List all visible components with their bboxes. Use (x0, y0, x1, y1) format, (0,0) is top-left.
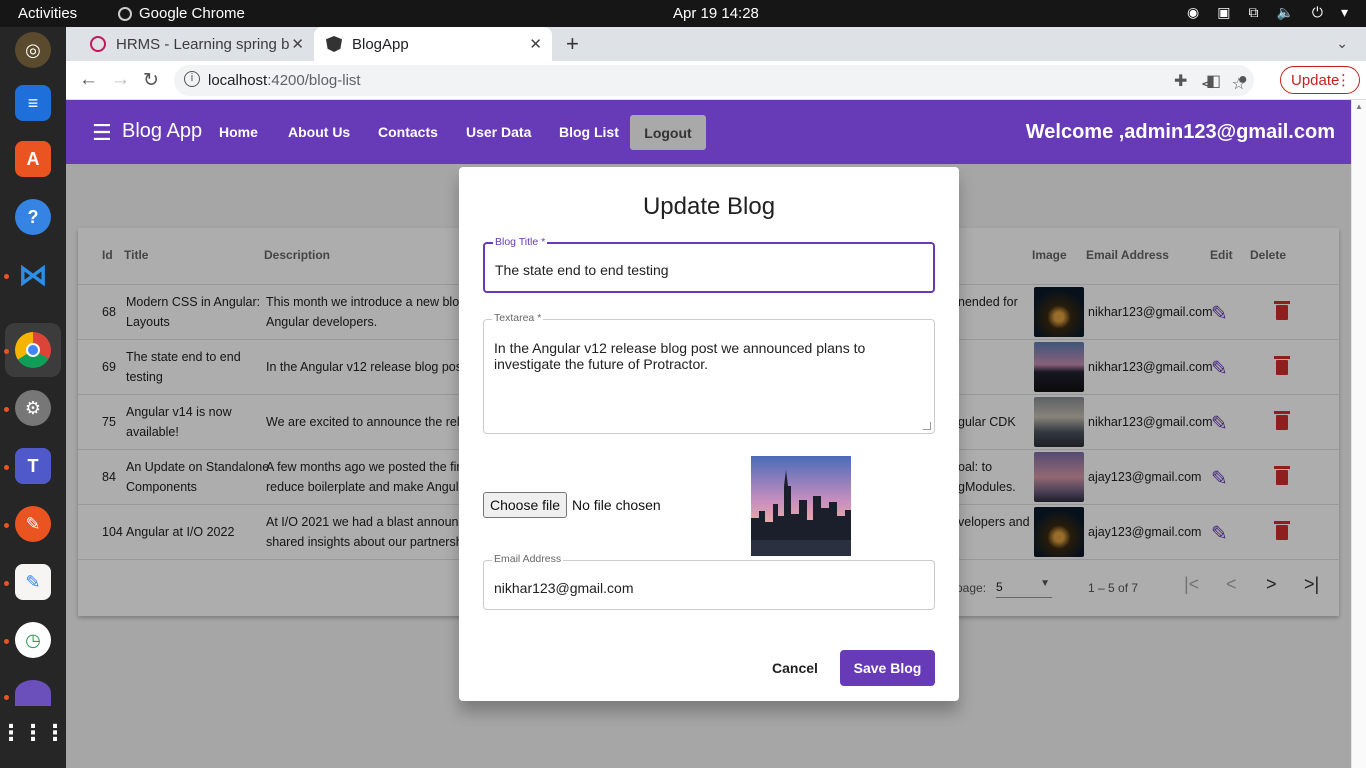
power-icon[interactable]: ⏻ (1312, 4, 1323, 21)
choose-file-button[interactable]: Choose file (483, 492, 567, 518)
blog-title-field[interactable]: Blog Title * The state end to end testin… (483, 236, 935, 293)
tab-hrms[interactable]: HRMS - Learning spring b ✕ (76, 27, 314, 61)
address-bar[interactable]: i localhost:4200/blog-list ⋖ ☆ (174, 65, 1254, 96)
clock[interactable]: Apr 19 14:28 (673, 5, 759, 22)
running-indicator (4, 349, 9, 354)
text-editor-icon[interactable]: ✎ (15, 564, 51, 600)
url-text[interactable]: localhost:4200/blog-list (208, 72, 361, 89)
save-blog-button[interactable]: Save Blog (840, 650, 935, 686)
tab-search-chevron-icon[interactable]: ⌄ (1336, 35, 1348, 52)
textarea-field[interactable]: Textarea * In the Angular v12 release bl… (483, 312, 935, 434)
extensions-puzzle-icon[interactable]: ✚ (1174, 71, 1187, 91)
nav-blog-list[interactable]: Blog List (559, 124, 619, 140)
record-icon[interactable]: ◉ (1187, 4, 1199, 21)
logout-button[interactable]: Logout (630, 115, 706, 150)
chrome-icon[interactable] (15, 332, 51, 368)
side-panel-icon[interactable]: ◧ (1206, 71, 1221, 91)
chrome-small-icon (118, 6, 132, 21)
textarea-input[interactable]: In the Angular v12 release blog post we … (494, 340, 914, 372)
textarea-label-text: Textarea (494, 312, 535, 324)
running-indicator (4, 523, 9, 528)
cancel-button[interactable]: Cancel (759, 650, 831, 686)
blog-title-label-text: Blog Title (495, 236, 539, 248)
no-file-text: No file chosen (572, 497, 661, 513)
running-indicator (4, 639, 9, 644)
close-tab-icon[interactable]: ✕ (291, 35, 304, 53)
show-apps-grid-icon[interactable]: ⋮⋮⋮ (0, 715, 66, 751)
browser-tab-strip: HRMS - Learning spring b ✕ BlogApp ✕ + ⌄ (66, 27, 1366, 61)
nav-about-us[interactable]: About Us (288, 124, 350, 140)
update-label: Update (1291, 71, 1340, 89)
activities-button[interactable]: Activities (18, 5, 77, 22)
resize-handle[interactable] (923, 422, 931, 430)
libreoffice-writer-icon[interactable]: ≡ (15, 85, 51, 121)
blog-image-preview (751, 456, 851, 556)
nav-home[interactable]: Home (219, 124, 258, 140)
running-indicator (4, 465, 9, 470)
dialog-title: Update Blog (642, 193, 776, 220)
new-tab-plus-icon[interactable]: + (566, 31, 579, 57)
blog-title-label: Blog Title * (493, 236, 548, 248)
running-indicator (4, 695, 9, 700)
app-viewport: ☰ Blog App Home About Us Contacts User D… (66, 100, 1351, 768)
update-blog-dialog: Update Blog Blog Title * The state end t… (459, 167, 959, 701)
back-arrow-icon[interactable]: ← (79, 69, 98, 91)
scroll-up-arrow-icon[interactable]: ▲ (1355, 102, 1363, 111)
email-address-field[interactable]: Email Address nikhar123@gmail.com (483, 553, 935, 610)
app-navbar: ☰ Blog App Home About Us Contacts User D… (66, 100, 1351, 164)
hamburger-menu-icon[interactable]: ☰ (92, 120, 112, 146)
active-app-name: Google Chrome (139, 5, 245, 22)
settings-gear-icon[interactable]: ⚙ (15, 390, 51, 426)
teams-icon[interactable]: T (15, 448, 51, 484)
welcome-text: Welcome ,admin123@gmail.com (1025, 121, 1335, 143)
email-label: Email Address (492, 553, 564, 565)
url-host: localhost (208, 72, 268, 89)
dock: ◎ ≡ A ? ⋈ ⚙ T ✎ ✎ ◷ ⋮⋮⋮ (0, 27, 66, 768)
pen-app-icon[interactable]: ✎ (15, 506, 51, 542)
chrome-update-button[interactable]: Update ⋮ (1280, 66, 1360, 94)
browser-toolbar: ← → ↻ i localhost:4200/blog-list ⋖ ☆ ✚ ◧… (66, 61, 1366, 100)
globe-app-icon[interactable] (15, 680, 51, 706)
tab-blogapp[interactable]: BlogApp ✕ (314, 27, 552, 61)
required-asterisk: * (541, 236, 546, 248)
running-indicator (4, 407, 9, 412)
tab-title: BlogApp (352, 35, 409, 53)
url-path: :4200/blog-list (267, 72, 361, 89)
close-tab-icon[interactable]: ✕ (529, 35, 542, 53)
hrms-favicon (90, 36, 106, 52)
kebab-menu-icon[interactable]: ⋮ (1336, 71, 1351, 89)
running-indicator (4, 581, 9, 586)
nav-contacts[interactable]: Contacts (378, 124, 438, 140)
tab-title: HRMS - Learning spring b (116, 35, 290, 53)
help-icon[interactable]: ? (15, 199, 51, 235)
forward-arrow-icon[interactable]: → (111, 69, 130, 91)
profile-avatar-icon[interactable]: ● (1238, 71, 1248, 89)
volume-icon[interactable]: 🔈 (1276, 4, 1293, 21)
chevron-down-icon[interactable]: ▾ (1341, 4, 1348, 21)
textarea-label: Textarea * (492, 312, 544, 324)
system-top-bar: Activities Google Chrome Apr 19 14:28 ◉ … (0, 0, 1366, 27)
angular-favicon (326, 36, 342, 52)
vscode-icon[interactable]: ⋈ (15, 257, 51, 293)
running-indicator (4, 274, 9, 279)
network-icon[interactable]: ⧉ (1248, 4, 1258, 21)
teams-tray-icon[interactable]: ▣ (1217, 4, 1230, 21)
rhythmbox-icon[interactable]: ◎ (15, 32, 51, 68)
email-input[interactable]: nikhar123@gmail.com (494, 580, 634, 596)
reload-icon[interactable]: ↻ (143, 69, 159, 92)
site-info-icon[interactable]: i (184, 71, 200, 87)
clock-app-icon[interactable]: ◷ (15, 622, 51, 658)
page-scrollbar[interactable]: ▲ (1351, 100, 1366, 768)
app-brand[interactable]: Blog App (122, 120, 202, 143)
nav-user-data[interactable]: User Data (466, 124, 531, 140)
system-tray[interactable]: ◉ ▣ ⧉ 🔈 ⏻ ▾ (1187, 4, 1348, 21)
app-center-icon[interactable]: A (15, 141, 51, 177)
active-app-indicator[interactable]: Google Chrome (118, 5, 245, 22)
blog-title-input[interactable]: The state end to end testing (495, 262, 669, 278)
